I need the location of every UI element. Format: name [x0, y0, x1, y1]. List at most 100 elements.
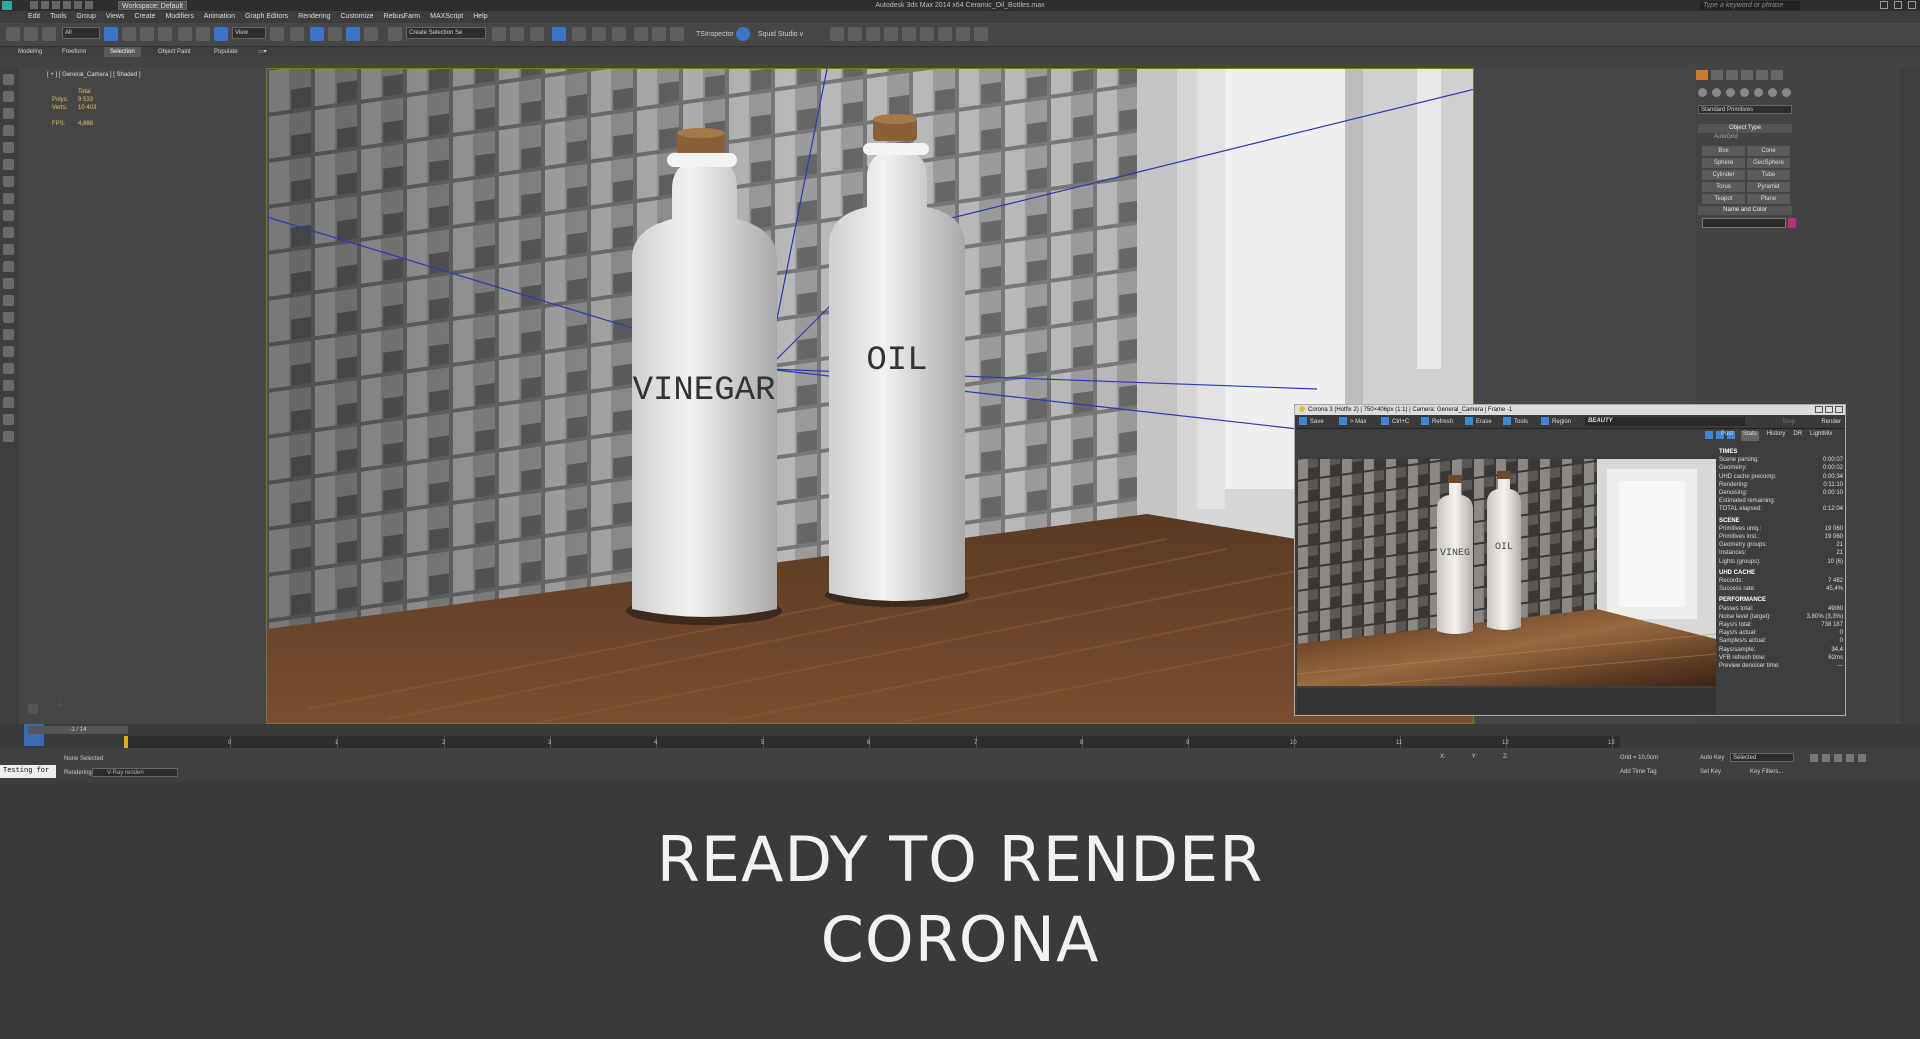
previous-frame-icon[interactable]: [1822, 754, 1830, 762]
tab-freeform[interactable]: Freeform: [56, 47, 92, 57]
viewport-label[interactable]: [ + ] [ General_Camera ] [ Shaded ]: [47, 72, 141, 78]
left-tool-7-icon[interactable]: [3, 176, 14, 187]
menu-group[interactable]: Group: [76, 11, 95, 23]
left-tool-21-icon[interactable]: [3, 414, 14, 425]
key-filters-button[interactable]: Key Filters...: [1750, 769, 1783, 775]
left-tool-2-icon[interactable]: [3, 91, 14, 102]
tab-selection[interactable]: Selection: [104, 47, 141, 57]
undo-icon[interactable]: [6, 27, 20, 41]
vfb-stop-button[interactable]: Stop: [1783, 415, 1795, 429]
object-type-rollout[interactable]: Object Type: [1698, 124, 1792, 133]
go-to-end-icon[interactable]: [1858, 754, 1866, 762]
render-tool-2-icon[interactable]: [848, 27, 862, 41]
tab-object-paint[interactable]: Object Paint: [152, 47, 197, 57]
edit-named-selection-icon[interactable]: [388, 27, 402, 41]
pyramid-button[interactable]: Pyramid: [1747, 182, 1790, 192]
vfb-tab-dr[interactable]: DR: [1793, 431, 1802, 441]
auto-key-button[interactable]: Auto Key: [1700, 755, 1724, 761]
reference-coordinate-dropdown[interactable]: View: [232, 27, 266, 39]
left-tool-9-icon[interactable]: [3, 210, 14, 221]
vfb-maximize-icon[interactable]: [1825, 406, 1833, 413]
display-tab-icon[interactable]: [1756, 70, 1768, 80]
go-to-start-icon[interactable]: [1810, 754, 1818, 762]
left-tool-16-icon[interactable]: [3, 329, 14, 340]
material-editor-icon[interactable]: [612, 27, 626, 41]
tab-modeling[interactable]: Modeling: [12, 47, 48, 57]
left-tool-3-icon[interactable]: [3, 108, 14, 119]
left-tool-10-icon[interactable]: [3, 227, 14, 238]
scale-icon[interactable]: [214, 27, 228, 41]
vfb-render-image[interactable]: VINEG OIL: [1297, 459, 1716, 686]
select-manipulate-icon[interactable]: [290, 27, 304, 41]
camera-viewport[interactable]: VINEGAR OIL: [266, 68, 1474, 724]
squid-studio-label[interactable]: Squid Studio v: [758, 31, 803, 38]
cone-button[interactable]: Cone: [1747, 146, 1790, 156]
left-tool-20-icon[interactable]: [3, 397, 14, 408]
maximize-icon[interactable]: [1894, 1, 1902, 9]
left-tool-19-icon[interactable]: [3, 380, 14, 391]
vfb-refresh-button[interactable]: Refresh: [1421, 415, 1453, 429]
timeline-playhead[interactable]: [124, 736, 128, 748]
left-tool-8-icon[interactable]: [3, 193, 14, 204]
vfb-minimize-icon[interactable]: [1815, 406, 1823, 413]
render-tool-5-icon[interactable]: [902, 27, 916, 41]
spacewarps-icon[interactable]: [1768, 88, 1777, 97]
left-tool-1-icon[interactable]: [3, 74, 14, 85]
menu-customize[interactable]: Customize: [340, 11, 373, 23]
rectangle-selection-icon[interactable]: [140, 27, 154, 41]
render-tool-8-icon[interactable]: [956, 27, 970, 41]
pivot-center-icon[interactable]: [270, 27, 284, 41]
rebusfarm-icon[interactable]: [736, 27, 750, 41]
render-tool-6-icon[interactable]: [920, 27, 934, 41]
menu-graph-editors[interactable]: Graph Editors: [245, 11, 288, 23]
select-object-icon[interactable]: [104, 27, 118, 41]
box-button[interactable]: Box: [1702, 146, 1745, 156]
plane-button[interactable]: Plane: [1747, 194, 1790, 204]
zoom-in-icon[interactable]: [1705, 431, 1713, 439]
geosphere-button[interactable]: GeoSphere: [1747, 158, 1790, 168]
snaps-toggle-icon[interactable]: [310, 27, 324, 41]
graphite-modeling-icon[interactable]: [552, 27, 566, 41]
vfb-ctrlc-button[interactable]: Ctrl+C: [1381, 415, 1409, 429]
cameras-icon[interactable]: [1740, 88, 1749, 97]
select-by-name-icon[interactable]: [122, 27, 136, 41]
sphere-button[interactable]: Sphere: [1702, 158, 1745, 168]
left-tool-15-icon[interactable]: [3, 312, 14, 323]
shopping-cart-icon[interactable]: [974, 27, 988, 41]
render-tool-7-icon[interactable]: [938, 27, 952, 41]
left-tool-5-icon[interactable]: [3, 142, 14, 153]
angle-snap-icon[interactable]: [328, 27, 342, 41]
vfb-channel-dropdown[interactable]: BEAUTY: [1585, 417, 1745, 426]
object-color-swatch[interactable]: [1788, 218, 1796, 228]
menu-animation[interactable]: Animation: [204, 11, 235, 23]
systems-icon[interactable]: [1782, 88, 1791, 97]
modify-tab-icon[interactable]: [1711, 70, 1723, 80]
spinner-snap-icon[interactable]: [364, 27, 378, 41]
render-tool-3-icon[interactable]: [866, 27, 880, 41]
vfb-tools-button[interactable]: Tools: [1503, 415, 1528, 429]
name-and-color-rollout[interactable]: Name and Color: [1698, 206, 1792, 215]
menu-modifiers[interactable]: Modifiers: [165, 11, 193, 23]
shapes-icon[interactable]: [1712, 88, 1721, 97]
left-tool-13-icon[interactable]: [3, 278, 14, 289]
render-production-icon[interactable]: [670, 27, 684, 41]
vfb-render-button[interactable]: Render: [1821, 415, 1841, 429]
render-tool-4-icon[interactable]: [884, 27, 898, 41]
time-slider[interactable]: -1 / 14: [28, 726, 128, 734]
named-selection-dropdown[interactable]: Create Selection Se: [406, 27, 486, 39]
viewport-left-area[interactable]: [18, 68, 266, 724]
search-input[interactable]: Type a keyword or phrase: [1700, 1, 1800, 10]
primitive-type-dropdown[interactable]: Standard Primitives: [1698, 105, 1792, 114]
left-tool-14-icon[interactable]: [3, 295, 14, 306]
vfb-tab-post[interactable]: Post: [1721, 431, 1733, 441]
vfb-tab-stats[interactable]: Stats: [1741, 431, 1759, 441]
rendered-frame-window-icon[interactable]: [652, 27, 666, 41]
ribbon-toggle-icon[interactable]: ▭▾: [252, 47, 273, 57]
tube-button[interactable]: Tube: [1747, 170, 1790, 180]
render-setup-icon[interactable]: [634, 27, 648, 41]
menu-maxscript[interactable]: MAXScript: [430, 11, 463, 23]
selection-filter-dropdown[interactable]: All: [62, 27, 100, 39]
mirror-icon[interactable]: [492, 27, 506, 41]
add-time-tag-button[interactable]: Add Time Tag: [1620, 769, 1657, 775]
geometry-icon[interactable]: [1698, 88, 1707, 97]
